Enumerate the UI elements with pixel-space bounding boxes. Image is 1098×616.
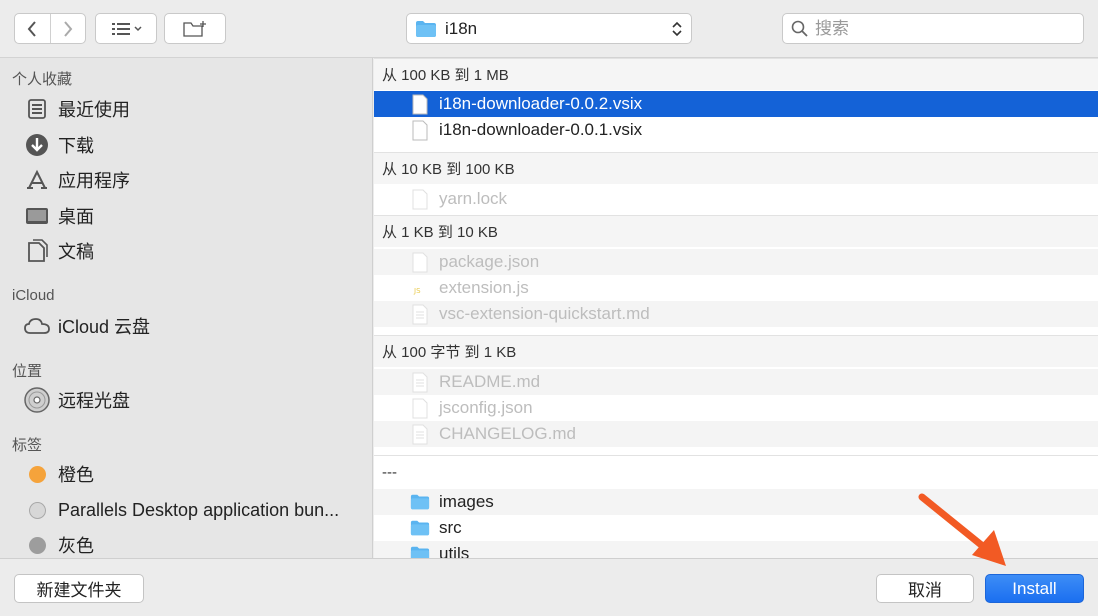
- downloads-icon: [24, 132, 50, 158]
- sidebar-item-downloads[interactable]: 下载: [0, 128, 372, 162]
- folder-icon: [410, 543, 430, 558]
- new-folder-toolbar-button[interactable]: [164, 13, 226, 44]
- file-row: CHANGELOG.md: [374, 421, 1098, 447]
- search-input[interactable]: [815, 18, 1065, 39]
- sidebar-item-icloud-drive[interactable]: iCloud 云盘: [0, 309, 372, 343]
- text-file-icon: [410, 423, 430, 445]
- group-header: 从 10 KB 到 100 KB: [374, 152, 1098, 184]
- sidebar-item-tag-orange[interactable]: 橙色: [0, 457, 372, 491]
- file-icon: [410, 119, 430, 141]
- folder-row[interactable]: images: [374, 489, 1098, 515]
- sidebar-item-label: 下载: [58, 136, 94, 156]
- file-row: vsc-extension-quickstart.md: [374, 301, 1098, 327]
- sidebar-item-desktop[interactable]: 桌面: [0, 199, 372, 233]
- file-name: vsc-extension-quickstart.md: [439, 304, 650, 323]
- file-icon: [410, 93, 430, 115]
- recents-icon: [24, 96, 50, 122]
- file-name: i18n-downloader-0.0.2.vsix: [439, 94, 643, 113]
- file-icon: [410, 397, 430, 419]
- path-label: i18n: [445, 18, 478, 38]
- text-file-icon: [410, 371, 430, 393]
- desktop-icon: [24, 203, 50, 229]
- new-folder-button[interactable]: 新建文件夹: [14, 574, 144, 603]
- sidebar-item-documents[interactable]: 文稿: [0, 234, 372, 268]
- sidebar-item-remote-disc[interactable]: 远程光盘: [0, 383, 372, 417]
- file-name: package.json: [439, 252, 540, 271]
- group-header: 从 100 KB 到 1 MB: [374, 58, 1098, 90]
- sidebar-item-tag-gray[interactable]: 灰色: [0, 528, 372, 558]
- file-icon: [410, 188, 430, 210]
- folder-row[interactable]: src: [374, 515, 1098, 541]
- sidebar-item-label: 应用程序: [58, 171, 130, 191]
- file-row[interactable]: i18n-downloader-0.0.2.vsix: [374, 91, 1098, 117]
- path-selector[interactable]: i18n: [406, 13, 692, 44]
- sidebar-item-label: 橙色: [58, 465, 94, 485]
- file-name: yarn.lock: [439, 189, 508, 208]
- file-name: CHANGELOG.md: [439, 424, 576, 443]
- sidebar-section-locations: 位置: [12, 363, 43, 380]
- group-header: 从 100 字节 到 1 KB: [374, 335, 1098, 367]
- folder-icon: [416, 20, 436, 37]
- tag-dot-icon: [24, 497, 50, 523]
- list-view-icon: [112, 22, 142, 35]
- cancel-button[interactable]: 取消: [876, 574, 974, 603]
- file-name: i18n-downloader-0.0.1.vsix: [439, 120, 643, 139]
- sidebar-section-tags: 标签: [12, 437, 43, 454]
- file-list: 从 100 KB 到 1 MB i18n-downloader-0.0.2.vs…: [374, 58, 1098, 558]
- sidebar-section-favorites: 个人收藏: [12, 71, 73, 88]
- js-file-icon: JS: [410, 277, 430, 299]
- sidebar-item-label: 最近使用: [58, 100, 130, 120]
- forward-button[interactable]: [49, 14, 86, 43]
- install-button[interactable]: Install: [985, 574, 1084, 603]
- toolbar: i18n: [0, 0, 1098, 58]
- file-row: README.md: [374, 369, 1098, 395]
- folder-row[interactable]: utils: [374, 541, 1098, 558]
- back-button[interactable]: [15, 14, 50, 43]
- icloud-icon: [24, 313, 50, 339]
- documents-icon: [24, 238, 50, 264]
- sidebar-item-tag-parallels[interactable]: Parallels Desktop application bun...: [0, 493, 372, 527]
- svg-text:JS: JS: [413, 287, 421, 295]
- disc-icon: [24, 387, 50, 413]
- sidebar-section-icloud: iCloud: [12, 287, 55, 304]
- file-name: utils: [439, 544, 470, 558]
- sidebar: 个人收藏 最近使用 下载 应用程序 桌面 文稿 iCloud iCloud 云盘…: [0, 58, 373, 558]
- sidebar-item-recents[interactable]: 最近使用: [0, 92, 372, 126]
- sidebar-item-label: iCloud 云盘: [58, 317, 151, 337]
- sidebar-item-label: 灰色: [58, 536, 94, 556]
- tag-dot-icon: [24, 461, 50, 487]
- file-row: jsconfig.json: [374, 395, 1098, 421]
- file-name: extension.js: [439, 278, 529, 297]
- folder-icon: [410, 491, 430, 513]
- sidebar-item-label: Parallels Desktop application bun...: [58, 499, 340, 520]
- sidebar-item-label: 远程光盘: [58, 391, 130, 411]
- sidebar-item-applications[interactable]: 应用程序: [0, 163, 372, 197]
- updown-chevron-icon: [672, 21, 682, 37]
- sidebar-item-label: 桌面: [58, 207, 94, 227]
- text-file-icon: [410, 303, 430, 325]
- new-folder-icon: [183, 20, 206, 37]
- group-header: ---: [374, 455, 1098, 489]
- group-header: 从 1 KB 到 10 KB: [374, 215, 1098, 247]
- sidebar-item-label: 文稿: [58, 242, 94, 262]
- file-row: package.json: [374, 249, 1098, 275]
- file-name: jsconfig.json: [439, 398, 533, 417]
- view-mode-button[interactable]: [95, 13, 157, 44]
- file-row[interactable]: i18n-downloader-0.0.1.vsix: [374, 117, 1098, 143]
- bottom-bar: 新建文件夹 取消 Install: [0, 558, 1098, 616]
- file-name: src: [439, 518, 462, 537]
- file-row: yarn.lock: [374, 186, 1098, 212]
- file-row: JS extension.js: [374, 275, 1098, 301]
- chevron-left-icon: [27, 20, 37, 37]
- file-name: images: [439, 492, 494, 511]
- search-box[interactable]: [782, 13, 1084, 44]
- search-icon: [791, 20, 808, 37]
- file-name: README.md: [439, 372, 541, 391]
- tag-dot-icon: [24, 532, 50, 558]
- applications-icon: [24, 167, 50, 193]
- folder-icon: [410, 517, 430, 539]
- chevron-right-icon: [63, 20, 73, 37]
- nav-buttons: [14, 13, 86, 44]
- file-icon: [410, 251, 430, 273]
